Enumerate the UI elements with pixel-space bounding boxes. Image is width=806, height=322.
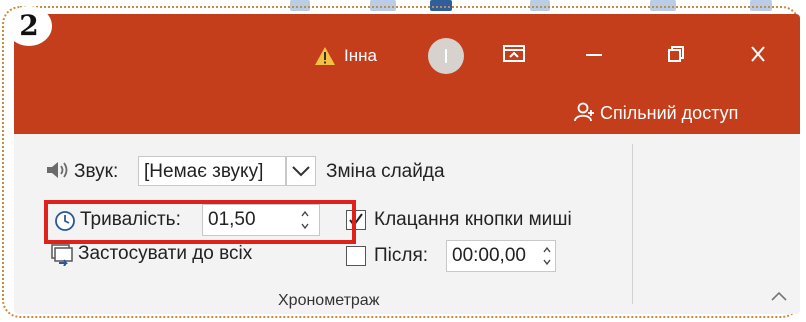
sound-dropdown-button[interactable] xyxy=(286,156,316,186)
group-separator xyxy=(632,144,633,304)
powerpoint-window: Інна Спільний доступ Звук: [Немає звуку] xyxy=(14,14,800,314)
after-checkbox[interactable] xyxy=(346,246,366,266)
duration-highlight xyxy=(44,200,356,244)
after-value: 00:00,00 xyxy=(452,245,526,266)
close-icon[interactable] xyxy=(746,44,770,64)
share-button[interactable]: Спільний доступ xyxy=(574,102,738,124)
mouse-click-label: Клацання кнопки миші xyxy=(374,209,572,230)
sound-icon xyxy=(47,162,68,178)
share-label: Спільний доступ xyxy=(600,103,739,123)
apply-to-all-icon xyxy=(51,244,73,266)
warning-icon[interactable] xyxy=(314,46,336,66)
sound-label: Звук: xyxy=(74,161,119,182)
avatar-icon[interactable] xyxy=(428,38,464,74)
collapse-ribbon-icon[interactable] xyxy=(768,288,790,304)
slide-change-label: Зміна слайда xyxy=(326,161,445,182)
share-person-icon xyxy=(574,102,594,122)
ribbon-display-options-icon[interactable] xyxy=(502,44,526,64)
chevron-down-icon xyxy=(292,166,310,177)
restore-icon[interactable] xyxy=(664,44,688,64)
apply-to-all-label: Застосувати до всіх xyxy=(78,243,253,264)
minimize-icon[interactable] xyxy=(582,44,606,64)
user-name[interactable]: Інна xyxy=(344,46,377,66)
timing-group-label: Хронометраж xyxy=(278,292,380,309)
step-number-badge: 2 xyxy=(6,6,52,46)
after-spin-arrows-icon[interactable] xyxy=(540,244,554,268)
sound-value: [Немає звуку] xyxy=(144,161,264,182)
after-label: Після: xyxy=(374,245,429,266)
